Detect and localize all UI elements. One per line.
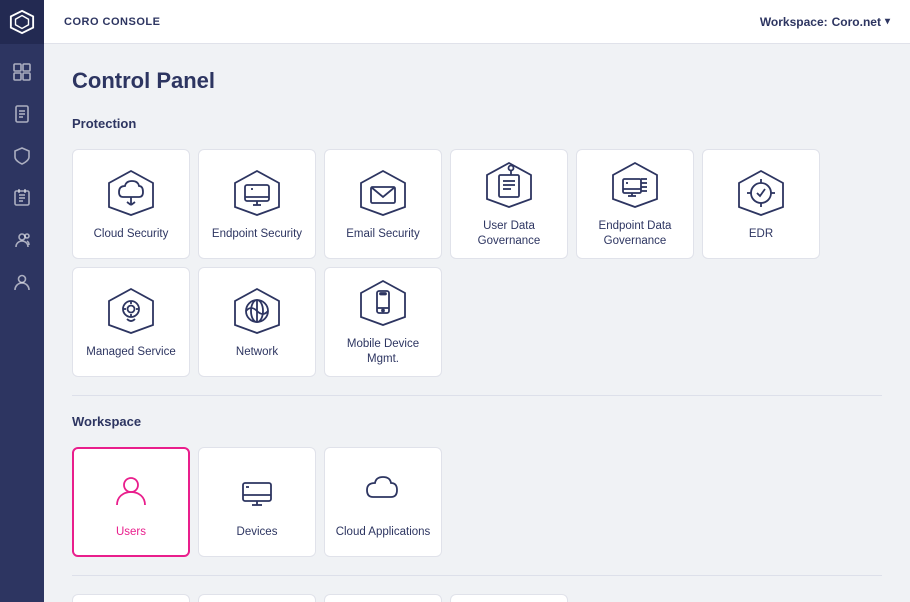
card-label-devices: Devices — [231, 525, 284, 540]
card-label-users: Users — [110, 525, 152, 540]
sidebar — [0, 0, 44, 602]
workspace-name: Coro.net — [832, 15, 881, 29]
topbar: CORO CONSOLE Workspace: Coro.net ▾ — [44, 0, 910, 44]
card-endpoint-data-governance[interactable]: Endpoint Data Governance — [576, 149, 694, 259]
app-container: CORO CONSOLE Workspace: Coro.net ▾ Contr… — [0, 0, 910, 602]
section-label-protection: Protection — [72, 116, 882, 131]
workspace-grid: Users Devices — [72, 447, 882, 557]
card-users[interactable]: Users — [72, 447, 190, 557]
sidebar-logo[interactable] — [0, 0, 44, 44]
card-label-cloud-security: Cloud Security — [88, 227, 175, 242]
card-label-email-security: Email Security — [340, 227, 426, 242]
card-endpoint-security[interactable]: Endpoint Security — [198, 149, 316, 259]
sidebar-item-docs[interactable] — [0, 94, 44, 134]
card-reports[interactable]: Reports — [450, 594, 568, 602]
sidebar-item-users-nav[interactable] — [0, 220, 44, 260]
card-activity-logs[interactable]: Activity Logs — [198, 594, 316, 602]
card-user-data-governance[interactable]: User Data Governance — [450, 149, 568, 259]
section-label-workspace: Workspace — [72, 414, 882, 429]
sidebar-item-shield[interactable] — [0, 136, 44, 176]
sidebar-item-person[interactable] — [0, 262, 44, 302]
page-title: Control Panel — [72, 68, 882, 94]
card-devices[interactable]: Devices — [198, 447, 316, 557]
card-label-endpoint-data-governance: Endpoint Data Governance — [577, 219, 693, 249]
chevron-down-icon: ▾ — [885, 16, 890, 27]
sidebar-item-reports-nav[interactable] — [0, 178, 44, 218]
card-label-managed-service: Managed Service — [80, 345, 182, 360]
card-email-security[interactable]: Email Security — [324, 149, 442, 259]
workspace-label: Workspace: — [760, 15, 828, 29]
divider-protection-workspace — [72, 395, 882, 396]
card-label-endpoint-security: Endpoint Security — [206, 227, 308, 242]
card-cloud-applications[interactable]: Cloud Applications — [324, 447, 442, 557]
content-area: Control Panel Protection Cloud Security — [44, 44, 910, 602]
card-edr[interactable]: EDR — [702, 149, 820, 259]
card-label-cloud-applications: Cloud Applications — [330, 525, 437, 540]
card-mobile-device-mgmt[interactable]: Mobile Device Mgmt. — [324, 267, 442, 377]
card-connectors[interactable]: Connectors — [324, 594, 442, 602]
card-label-network: Network — [230, 345, 284, 360]
card-label-user-data-governance: User Data Governance — [451, 219, 567, 249]
card-cloud-security[interactable]: Cloud Security — [72, 149, 190, 259]
card-managed-service[interactable]: Managed Service — [72, 267, 190, 377]
main-area: CORO CONSOLE Workspace: Coro.net ▾ Contr… — [44, 0, 910, 602]
card-label-mobile-device-mgmt: Mobile Device Mgmt. — [325, 337, 441, 367]
card-access-control[interactable]: Access Control — [72, 594, 190, 602]
card-label-edr: EDR — [743, 227, 779, 242]
protection-grid: Cloud Security Endpoint Security — [72, 149, 882, 377]
bottom-grid: Access Control Activity Logs — [72, 594, 882, 602]
app-title: CORO CONSOLE — [64, 16, 160, 28]
divider-workspace-bottom — [72, 575, 882, 576]
card-network[interactable]: Network — [198, 267, 316, 377]
sidebar-item-dashboard[interactable] — [0, 52, 44, 92]
workspace-selector[interactable]: Workspace: Coro.net ▾ — [760, 15, 890, 29]
